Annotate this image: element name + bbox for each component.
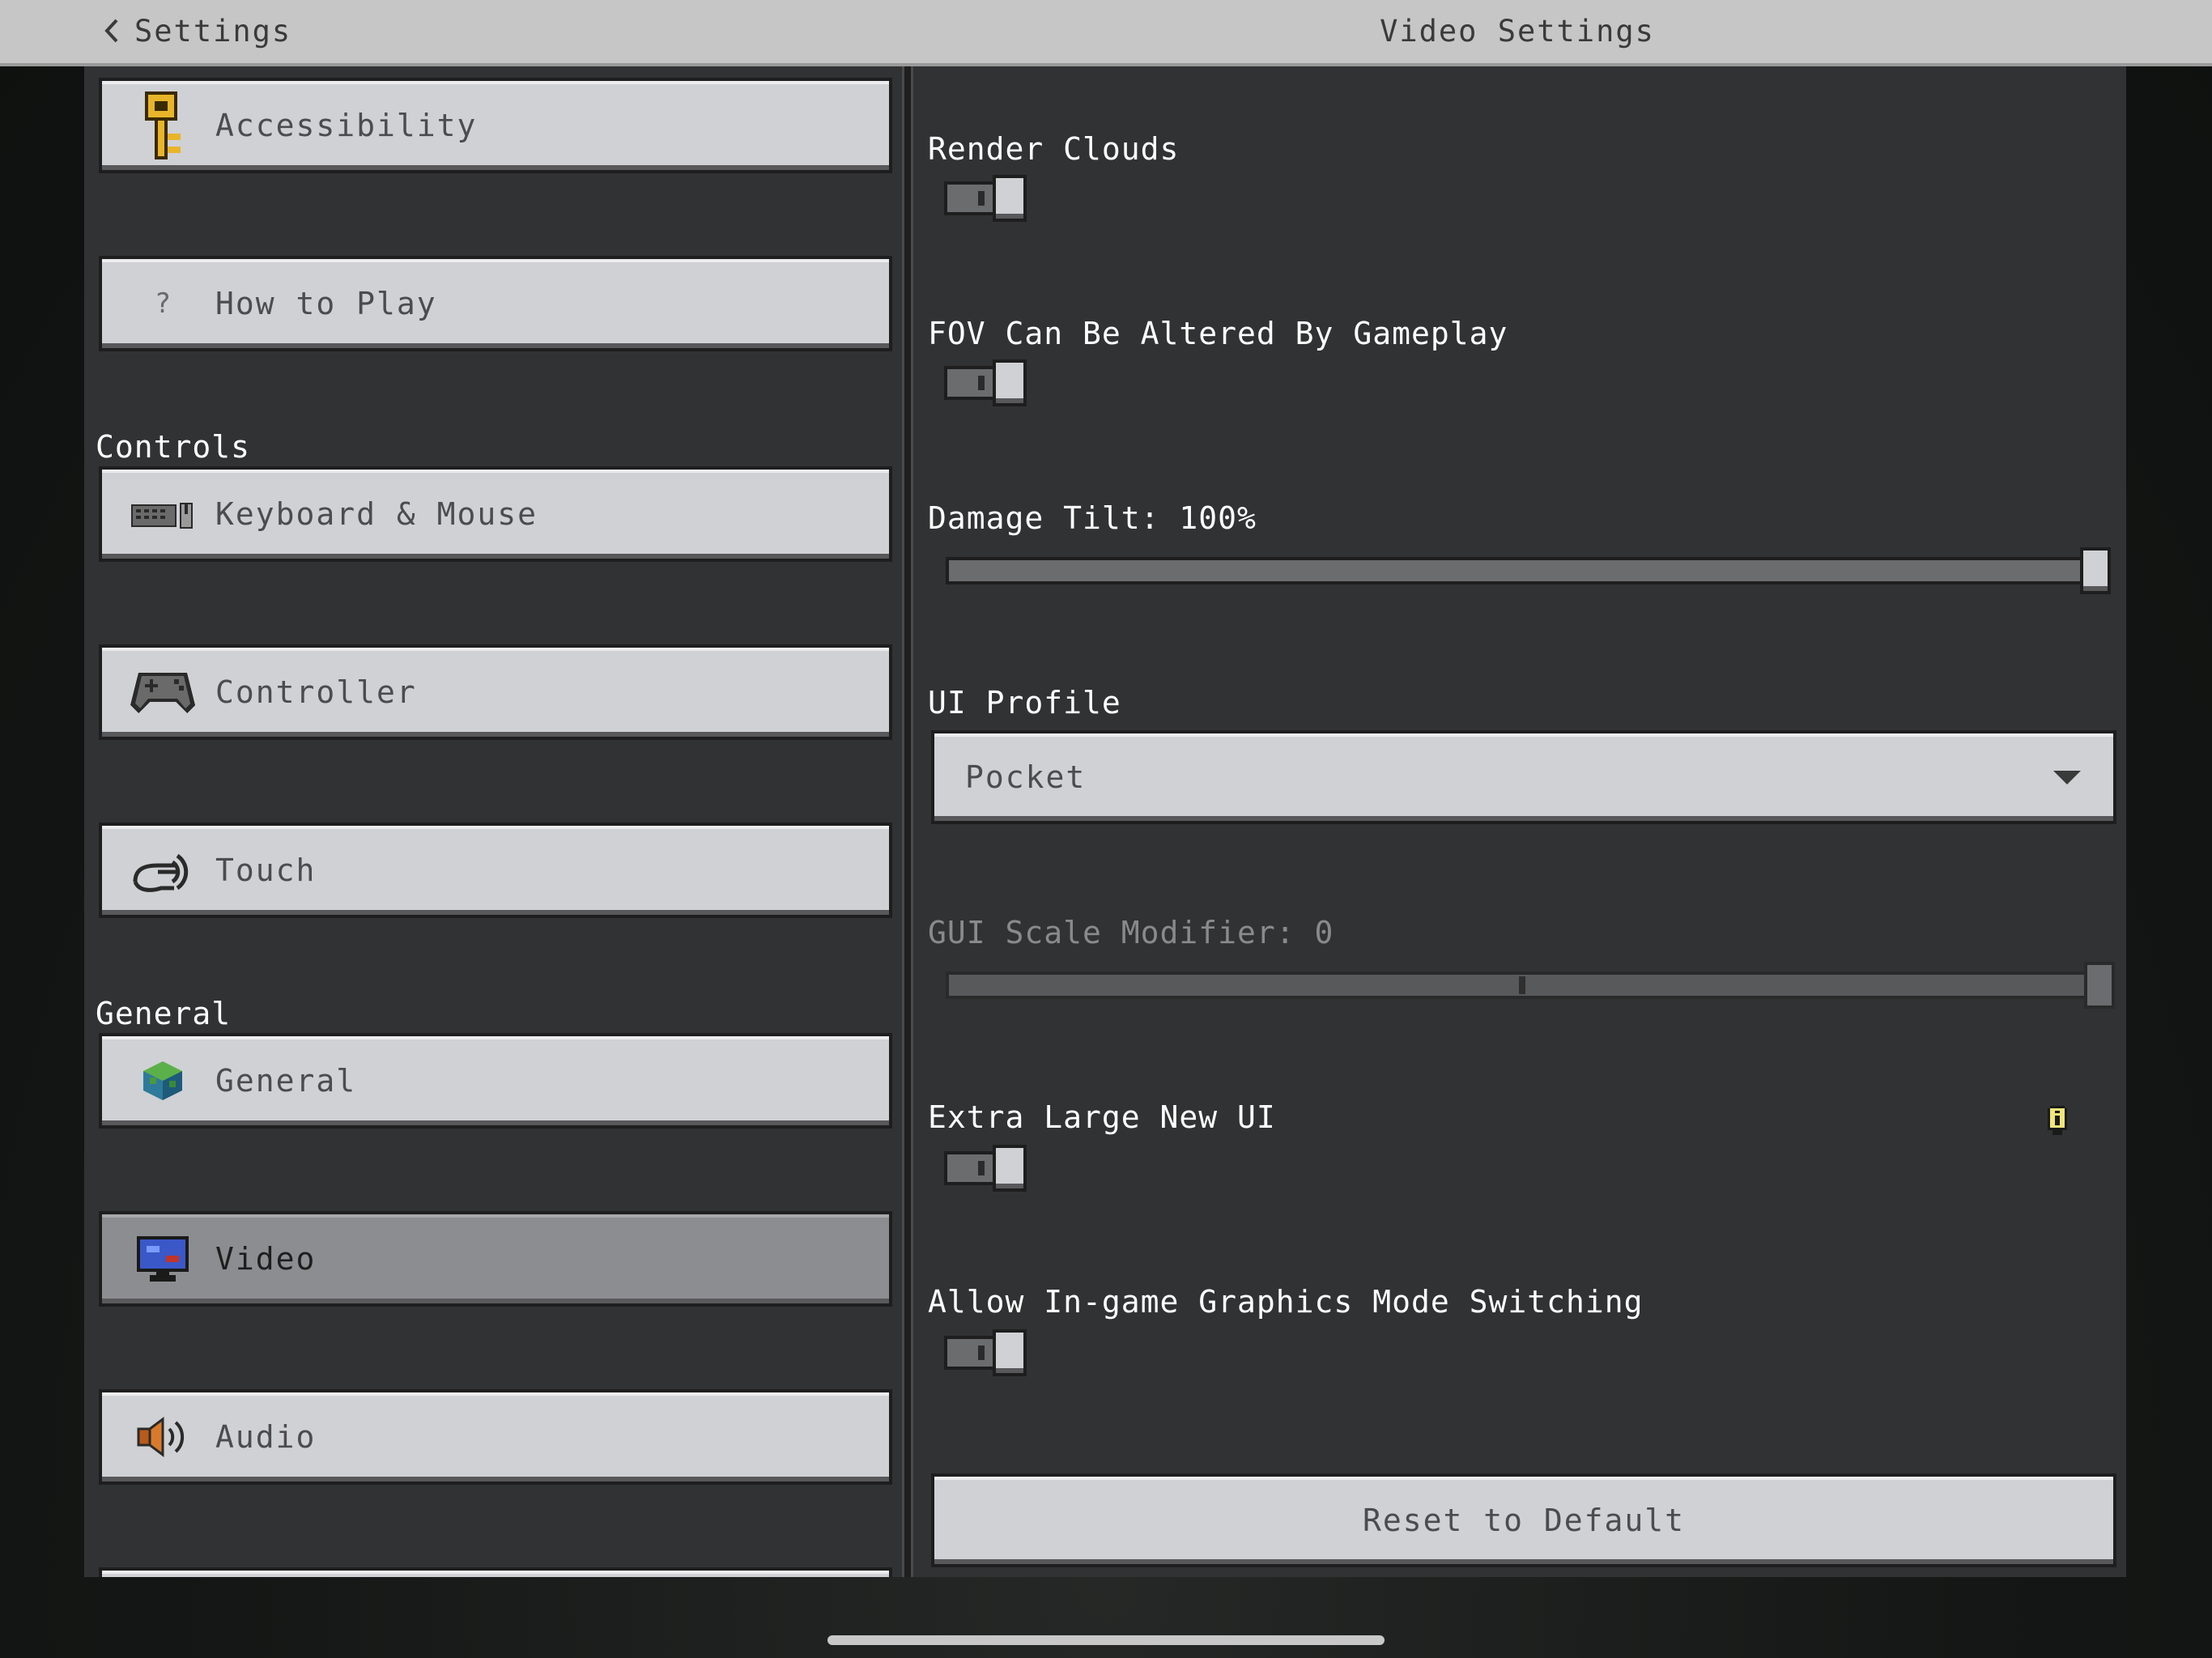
sidebar-item-video[interactable]: Video [99,1211,892,1307]
slider-rail [946,557,2095,585]
sidebar-item-label: Touch [215,852,317,888]
settings-sidebar[interactable]: Accessibility ? How to Play Controls Key… [84,66,902,1577]
chevron-down-icon [2053,770,2081,784]
sidebar-item-label: Keyboard & Mouse [215,496,538,532]
back-label: Settings [134,13,292,49]
sidebar-item-label: Controller [215,674,417,710]
home-indicator[interactable] [827,1635,1385,1645]
key-icon [118,85,207,166]
slider-knob[interactable] [2080,547,2111,594]
sidebar-item-touch[interactable]: Touch [99,823,892,918]
top-bar: Settings Video Settings [0,0,2212,66]
speaker-icon [118,1397,207,1477]
sidebar-item-audio[interactable]: Audio [99,1389,892,1485]
back-button[interactable]: Settings [104,8,291,53]
gamepad-icon [118,652,207,733]
video-settings-panel[interactable]: Render Clouds FOV Can Be Altered By Game… [913,66,2126,1577]
extra-large-ui-label: Extra Large New UI [928,1099,1276,1135]
graphics-mode-switching-label: Allow In-game Graphics Mode Switching [928,1284,1644,1320]
section-header-controls: Controls [96,429,251,465]
extra-large-ui-toggle[interactable] [944,1145,1028,1192]
reset-to-default-button[interactable]: Reset to Default [931,1473,2116,1567]
graphics-mode-switching-toggle[interactable] [944,1329,1028,1376]
damage-tilt-label: Damage Tilt: 100% [928,500,1257,536]
ui-profile-value: Pocket [965,759,1087,795]
sidebar-item-label: Video [215,1241,317,1277]
monitor-icon [118,1218,207,1299]
page-title: Video Settings [1380,13,1655,49]
keyboard-mouse-icon [118,474,207,555]
render-clouds-label: Render Clouds [928,131,1180,167]
sidebar-item-general[interactable]: General [99,1033,892,1129]
sidebar-item-label: Audio [215,1419,317,1455]
ui-profile-label: UI Profile [928,685,1121,721]
grass-block-icon [118,1040,207,1121]
gui-scale-label: GUI Scale Modifier: 0 [928,915,1334,950]
sidebar-item-keyboard-mouse[interactable]: Keyboard & Mouse [99,466,892,562]
sidebar-item-controller[interactable]: Controller [99,644,892,740]
fov-altered-label: FOV Can Be Altered By Gameplay [928,316,1508,351]
chevron-left-icon [104,19,118,43]
damage-tilt-slider[interactable] [946,547,2115,594]
sidebar-item-label: How to Play [215,286,437,321]
sidebar-item-label: Accessibility [215,108,478,143]
touch-icon [118,830,207,911]
sidebar-item-partial[interactable] [99,1567,892,1577]
fov-altered-toggle[interactable] [944,359,1028,406]
sidebar-item-accessibility[interactable]: Accessibility [99,78,892,173]
sidebar-item-how-to-play[interactable]: ? How to Play [99,256,892,351]
question-icon: ? [154,287,172,320]
sidebar-item-label: General [215,1063,357,1099]
slider-center-tick [1519,976,1525,994]
ui-profile-dropdown[interactable]: Pocket [931,730,2116,824]
render-clouds-toggle[interactable] [944,175,1028,222]
slider-knob[interactable] [2084,962,2115,1009]
section-header-general: General [96,996,232,1031]
panel-divider [902,66,913,1577]
gui-scale-slider[interactable] [946,962,2115,1009]
info-icon[interactable] [2045,1106,2069,1135]
